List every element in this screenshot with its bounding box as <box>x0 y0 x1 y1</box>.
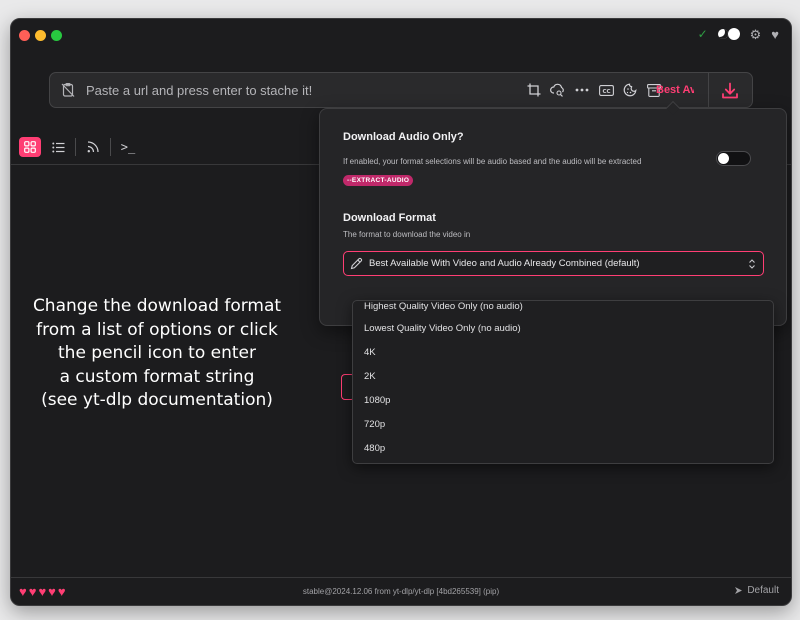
cloud-search-icon[interactable] <box>550 82 566 98</box>
format-option[interactable]: 720p <box>364 419 385 430</box>
format-options-list: Highest Quality Video Only (no audio) Lo… <box>352 300 774 464</box>
format-select[interactable]: Best Available With Video and Audio Alre… <box>343 251 764 276</box>
theme-selector[interactable]: Default <box>734 585 779 596</box>
brush-icon <box>735 587 743 594</box>
heart-icon[interactable]: ♥ <box>771 28 779 41</box>
check-icon: ✓ <box>697 27 708 41</box>
cookie-icon[interactable] <box>622 82 638 98</box>
svg-text:CC: CC <box>602 88 610 94</box>
chevron-up-down-icon <box>749 259 755 269</box>
format-selector[interactable]: Best Av <box>656 84 694 96</box>
zoom-window-button[interactable] <box>51 30 62 41</box>
app-window: ✓ ⚙ ♥ Paste a url and press enter to sta… <box>10 18 792 606</box>
download-format-description: The format to download the video in <box>343 230 471 239</box>
audio-only-description: If enabled, your format selections will … <box>343 157 642 166</box>
minimize-window-button[interactable] <box>35 30 46 41</box>
theme-label: Default <box>747 585 779 596</box>
theme-toggle[interactable] <box>717 28 740 40</box>
format-settings-panel: Download Audio Only? If enabled, your fo… <box>319 100 787 326</box>
download-format-title: Download Format <box>343 212 436 224</box>
format-option[interactable]: 4K <box>364 347 376 358</box>
caption-line: Change the download format <box>32 296 282 316</box>
tutorial-caption: Change the download format from a list o… <box>29 295 285 413</box>
audio-only-toggle[interactable] <box>716 151 751 166</box>
url-input[interactable]: Paste a url and press enter to stache it… <box>86 83 312 98</box>
rss-view-button[interactable] <box>82 137 104 157</box>
format-option[interactable]: 2K <box>364 371 376 382</box>
moon-icon <box>717 29 728 39</box>
list-icon <box>51 142 64 152</box>
caption-line: (see yt-dlp documentation) <box>41 390 273 410</box>
url-bar[interactable]: Paste a url and press enter to stache it… <box>49 72 753 108</box>
rss-icon <box>87 141 99 153</box>
extract-audio-badge: --EXTRACT-AUDIO <box>343 175 414 186</box>
title-bar-tools: ✓ ⚙ ♥ <box>698 27 779 41</box>
clipboard-off-icon[interactable] <box>60 82 76 98</box>
caption-line: the pencil icon to enter <box>58 343 256 363</box>
list-view-button[interactable] <box>47 137 69 157</box>
grid-icon <box>24 141 36 153</box>
audio-only-title: Download Audio Only? <box>343 131 464 143</box>
caption-line: a custom format string <box>59 366 255 387</box>
pencil-icon[interactable] <box>350 257 363 270</box>
view-mode-bar: >_ <box>19 137 139 157</box>
format-option[interactable]: Lowest Quality Video Only (no audio) <box>364 323 521 334</box>
caption-line: from a list of options or click <box>36 319 278 340</box>
version-text: stable@2024.12.06 from yt-dlp/yt-dlp [4b… <box>302 587 500 596</box>
format-option[interactable]: 480p <box>364 443 385 454</box>
format-select-value: Best Available With Video and Audio Alre… <box>369 258 640 269</box>
download-icon[interactable] <box>720 81 740 101</box>
more-icon[interactable] <box>574 82 590 98</box>
cc-icon[interactable]: CC <box>598 82 614 98</box>
format-option[interactable]: 1080p <box>364 395 390 406</box>
url-tools: CC <box>526 82 662 98</box>
status-bar: ♥ ♥ ♥ ♥ ♥ stable@2024.12.06 from yt-dlp/… <box>11 577 791 605</box>
crop-icon[interactable] <box>526 82 542 98</box>
close-window-button[interactable] <box>19 30 30 41</box>
title-bar: ✓ ⚙ ♥ <box>11 19 791 51</box>
grid-view-button[interactable] <box>19 137 41 157</box>
gear-icon[interactable]: ⚙ <box>750 28 762 41</box>
format-option[interactable]: Highest Quality Video Only (no audio) <box>364 301 523 312</box>
terminal-icon[interactable]: >_ <box>117 137 139 157</box>
